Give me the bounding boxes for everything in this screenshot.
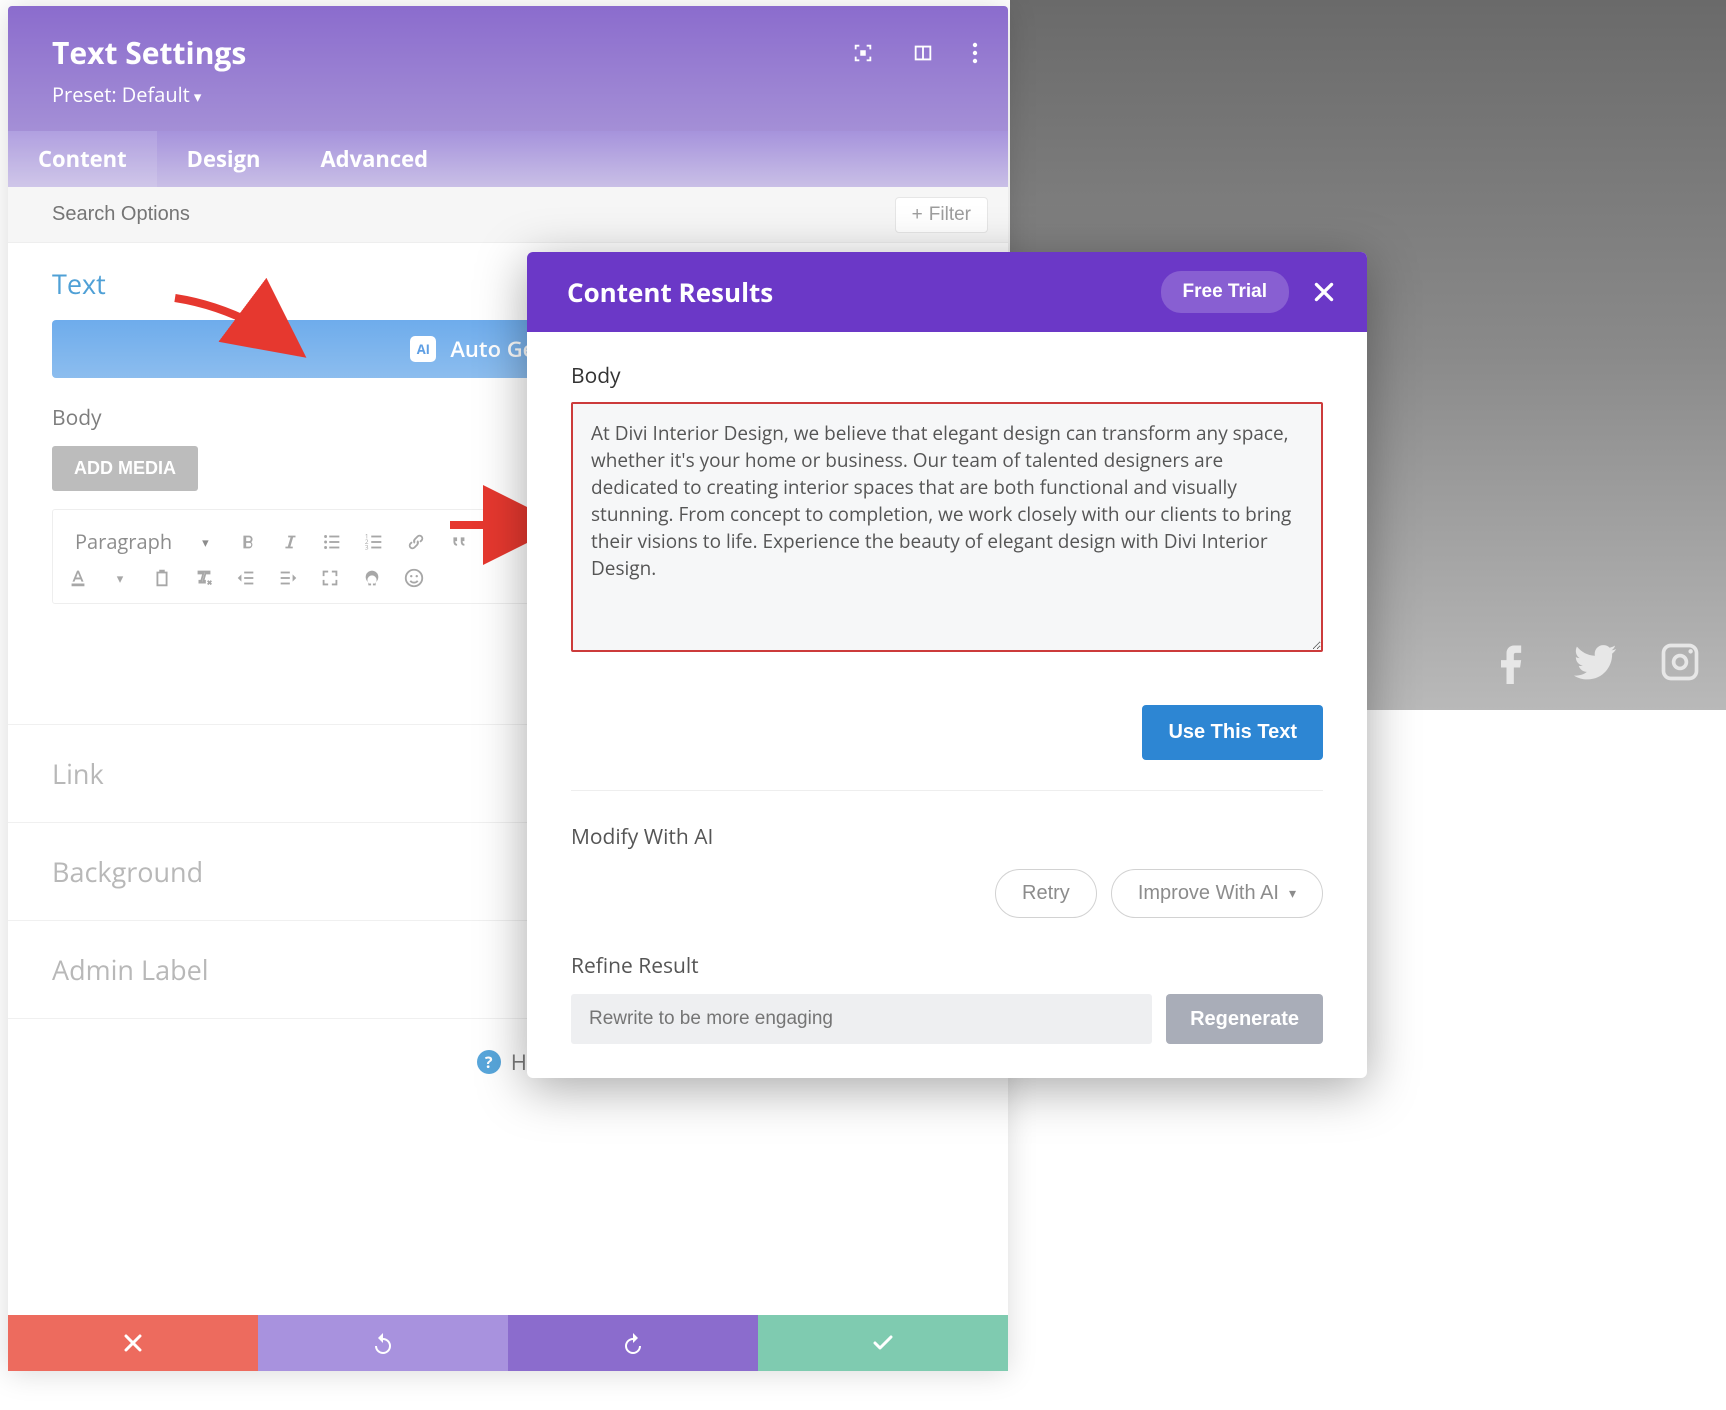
settings-footer [8, 1315, 1008, 1371]
focus-icon[interactable] [852, 42, 874, 69]
modal-title: Content Results [567, 274, 773, 310]
caret-down-icon: ▾ [194, 87, 202, 107]
caret-down-icon: ▾ [1289, 885, 1296, 902]
preset-label: Preset: Default [52, 81, 190, 108]
modal-header: Content Results Free Trial [527, 252, 1367, 332]
text-color-caret-icon[interactable]: ▾ [109, 567, 131, 589]
filter-button[interactable]: + Filter [895, 197, 988, 233]
italic-icon[interactable] [279, 531, 301, 553]
numbered-list-icon[interactable]: 123 [363, 531, 385, 553]
social-icons [1490, 640, 1702, 689]
paste-icon[interactable] [151, 567, 173, 589]
paragraph-label: Paragraph [75, 528, 172, 555]
redo-button[interactable] [508, 1315, 758, 1371]
retry-button[interactable]: Retry [995, 869, 1097, 918]
split-view-icon[interactable] [912, 42, 934, 69]
undo-button[interactable] [258, 1315, 508, 1371]
refine-input[interactable] [571, 994, 1152, 1044]
quote-icon[interactable] [447, 531, 469, 553]
tab-advanced[interactable]: Advanced [290, 131, 458, 187]
instagram-icon[interactable] [1658, 640, 1702, 689]
settings-tabs: Content Design Advanced [8, 131, 1008, 187]
refine-result-label: Refine Result [571, 952, 1323, 980]
help-icon: ? [477, 1050, 501, 1074]
special-character-icon[interactable] [361, 567, 383, 589]
twitter-icon[interactable] [1574, 640, 1618, 689]
indent-icon[interactable] [277, 567, 299, 589]
result-textarea[interactable] [571, 402, 1323, 652]
settings-title: Text Settings [52, 32, 964, 73]
search-input[interactable] [52, 203, 552, 226]
cancel-button[interactable] [8, 1315, 258, 1371]
bold-icon[interactable] [237, 531, 259, 553]
content-results-modal: Content Results Free Trial Body Use This… [527, 252, 1367, 1078]
modal-body: Body Use This Text Modify With AI Retry … [527, 332, 1367, 1078]
search-row: + Filter [8, 187, 1008, 243]
more-icon[interactable] [972, 42, 978, 69]
clear-formatting-icon[interactable] [193, 567, 215, 589]
bullet-list-icon[interactable] [321, 531, 343, 553]
regenerate-button[interactable]: Regenerate [1166, 994, 1323, 1044]
improve-with-ai-button[interactable]: Improve With AI ▾ [1111, 869, 1323, 918]
modal-body-label: Body [571, 362, 1323, 390]
tab-content[interactable]: Content [8, 131, 157, 187]
fullscreen-icon[interactable] [319, 567, 341, 589]
add-media-button[interactable]: ADD MEDIA [52, 446, 198, 491]
text-color-icon[interactable] [67, 567, 89, 589]
tab-design[interactable]: Design [157, 131, 291, 187]
save-button[interactable] [758, 1315, 1008, 1371]
svg-text:3: 3 [364, 542, 368, 551]
retry-label: Retry [1022, 882, 1070, 905]
settings-header: Text Settings Preset: Default▾ [8, 6, 1008, 131]
close-icon[interactable] [1311, 279, 1337, 305]
emoji-icon[interactable] [403, 567, 425, 589]
outdent-icon[interactable] [235, 567, 257, 589]
filter-label: Filter [929, 204, 971, 226]
free-trial-button[interactable]: Free Trial [1161, 271, 1290, 313]
caret-down-icon: ▾ [202, 533, 209, 551]
ai-icon: AI [410, 336, 436, 362]
plus-icon: + [912, 204, 923, 226]
modify-with-ai-label: Modify With AI [571, 823, 1323, 851]
paragraph-select[interactable]: Paragraph ▾ [67, 524, 217, 559]
preset-dropdown[interactable]: Preset: Default▾ [52, 81, 964, 108]
facebook-icon[interactable] [1490, 640, 1534, 689]
improve-label: Improve With AI [1138, 882, 1279, 905]
link-icon[interactable] [405, 531, 427, 553]
use-this-text-button[interactable]: Use This Text [1142, 705, 1323, 760]
